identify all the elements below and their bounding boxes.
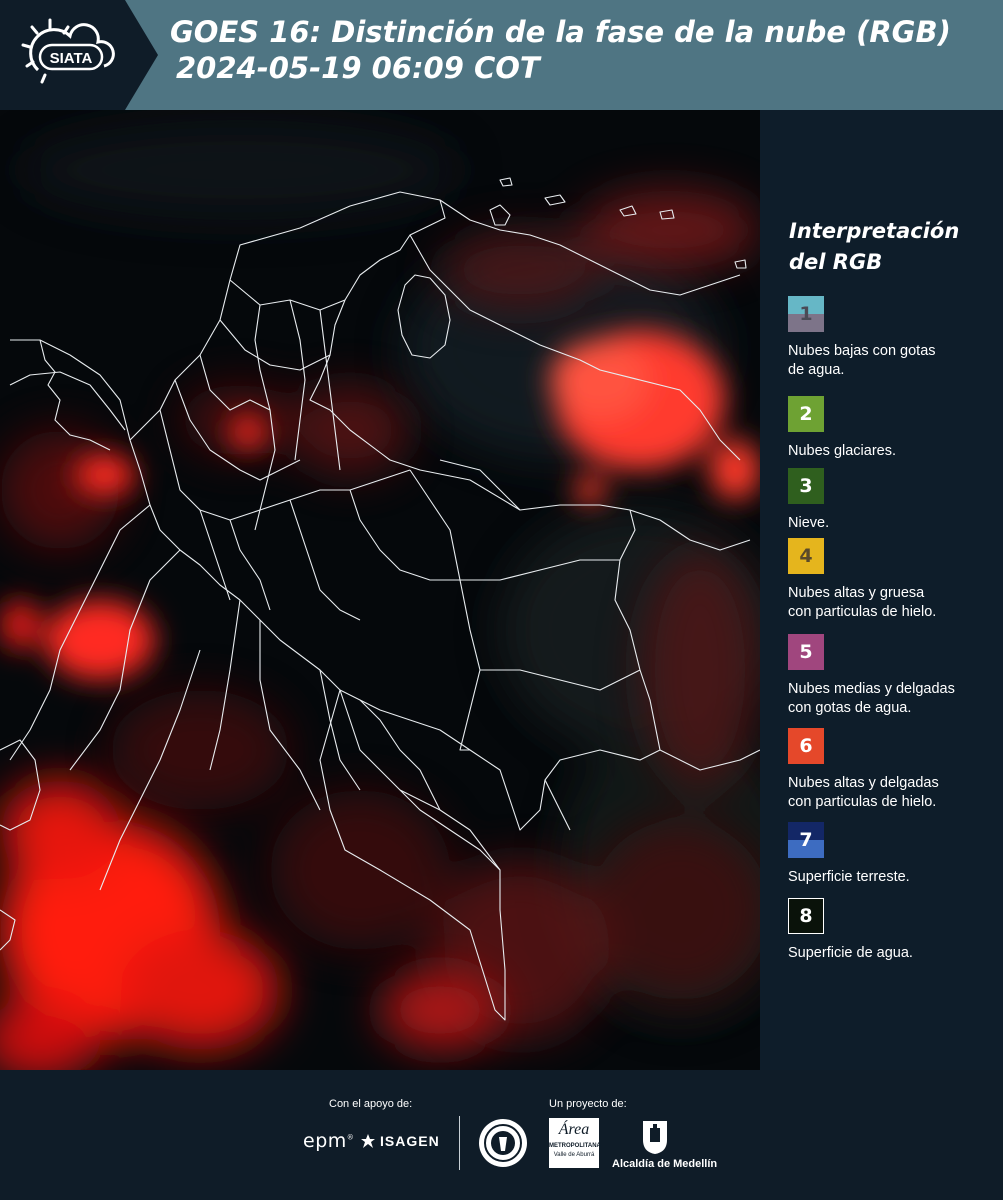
legend-item-8: 8 Superficie de agua. xyxy=(788,898,1002,963)
alcaldia-shield-icon xyxy=(640,1118,670,1161)
area-logo-line-3: Valle de Aburrá xyxy=(553,1152,595,1158)
legend-number-8: 8 xyxy=(799,905,813,927)
area-metropolitana-logo: Área METROPOLITANA Valle de Aburrá xyxy=(549,1118,601,1168)
legend-label-line-2: con particulas de hielo. xyxy=(788,794,937,810)
legend-label-line-1: Nubes medias y delgadas xyxy=(788,681,955,697)
legend-label-line-1: Superficie terreste. xyxy=(788,869,910,885)
legend-title-line-1: Interpretación xyxy=(789,219,960,243)
legend-label-line-1: Nubes altas y gruesa xyxy=(788,585,925,601)
isagen-logo: ISAGEN xyxy=(360,1133,440,1149)
isagen-icon xyxy=(360,1133,376,1149)
area-logo-line-1: Área xyxy=(558,1121,590,1138)
legend-label-6: Nubes altas y delgadas con particulas de … xyxy=(788,774,1002,812)
footer-divider xyxy=(459,1116,460,1170)
seal-icon xyxy=(477,1117,529,1174)
legend-label-line-1: Nubes glaciares. xyxy=(788,443,896,459)
legend-label-line-2: con gotas de agua. xyxy=(788,700,912,716)
legend-title: Interpretación del RGB xyxy=(789,216,989,278)
legend-number-6: 6 xyxy=(799,735,813,757)
legend-swatch-4: 4 xyxy=(788,538,824,574)
legend-swatch-5: 5 xyxy=(788,634,824,670)
legend-item-4: 4 Nubes altas y gruesa con particulas de h… xyxy=(788,538,1002,622)
alcaldia-medellin-text: Alcaldía de Medellín xyxy=(612,1158,718,1170)
legend-label-4: Nubes altas y gruesa con particulas de hi… xyxy=(788,584,1002,622)
legend-label-8: Superficie de agua. xyxy=(788,944,1002,963)
legend-panel: Interpretación del RGB 1 Nubes bajas con … xyxy=(760,110,1003,1070)
legend-number-3: 3 xyxy=(799,475,813,497)
legend-swatch-3: 3 xyxy=(788,468,824,504)
title-line-2: 2024-05-19 06:09 COT xyxy=(176,51,540,85)
legend-item-1: 1 Nubes bajas con gotas de agua. xyxy=(788,296,1002,380)
header: SIATA GOES 16: Distinción de la fase de … xyxy=(0,0,1003,110)
legend-number-2: 2 xyxy=(799,403,813,425)
legend-label-5: Nubes medias y delgadas con gotas de agua… xyxy=(788,680,1002,718)
legend-label-3: Nieve. xyxy=(788,514,1002,533)
legend-swatch-2: 2 xyxy=(788,396,824,432)
satellite-map xyxy=(0,110,760,1070)
project-label: Un proyecto de: xyxy=(549,1098,627,1110)
legend-label-line-1: Superficie de agua. xyxy=(788,945,913,961)
isagen-logo-text: ISAGEN xyxy=(380,1133,440,1149)
siata-logo: SIATA xyxy=(0,0,160,110)
legend-item-5: 5 Nubes medias y delgadas con gotas de agu… xyxy=(788,634,1002,718)
legend-title-line-2: del RGB xyxy=(789,250,883,274)
epm-logo-text: epm xyxy=(303,1130,347,1152)
legend-swatch-1: 1 xyxy=(788,296,824,332)
legend-label-line-2: de agua. xyxy=(788,362,845,378)
legend-swatch-6: 6 xyxy=(788,728,824,764)
legend-label-line-1: Nubes bajas con gotas xyxy=(788,343,936,359)
support-label: Con el apoyo de: xyxy=(329,1098,413,1110)
legend-item-2: 2 Nubes glaciares. xyxy=(788,396,1002,461)
legend-label-1: Nubes bajas con gotas de agua. xyxy=(788,342,1002,380)
legend-item-6: 6 Nubes altas y delgadas con particulas de… xyxy=(788,728,1002,812)
legend-item-3: 3 Nieve. xyxy=(788,468,1002,533)
legend-label-line-1: Nieve. xyxy=(788,515,830,531)
legend-number-1: 1 xyxy=(799,303,813,325)
epm-logo: epm® xyxy=(303,1130,355,1152)
legend-swatch-8: 8 xyxy=(788,898,824,934)
legend-number-7: 7 xyxy=(799,829,813,851)
legend-label-line-2: con particulas de hielo. xyxy=(788,604,937,620)
footer: Con el apoyo de: Un proyecto de: epm® IS… xyxy=(0,1070,1003,1200)
legend-label-2: Nubes glaciares. xyxy=(788,442,1002,461)
legend-number-4: 4 xyxy=(799,545,813,567)
page-title: GOES 16: Distinción de la fase de la nub… xyxy=(170,14,990,86)
legend-label-line-1: Nubes altas y delgadas xyxy=(788,775,939,791)
legend-swatch-7: 7 xyxy=(788,822,824,858)
siata-logo-text: SIATA xyxy=(50,50,93,67)
legend-item-7: 7 Superficie terreste. xyxy=(788,822,1002,887)
legend-label-7: Superficie terreste. xyxy=(788,868,1002,887)
legend-number-5: 5 xyxy=(799,641,813,663)
area-logo-line-2: METROPOLITANA xyxy=(549,1143,601,1149)
title-line-1: GOES 16: Distinción de la fase de la nub… xyxy=(170,15,951,49)
